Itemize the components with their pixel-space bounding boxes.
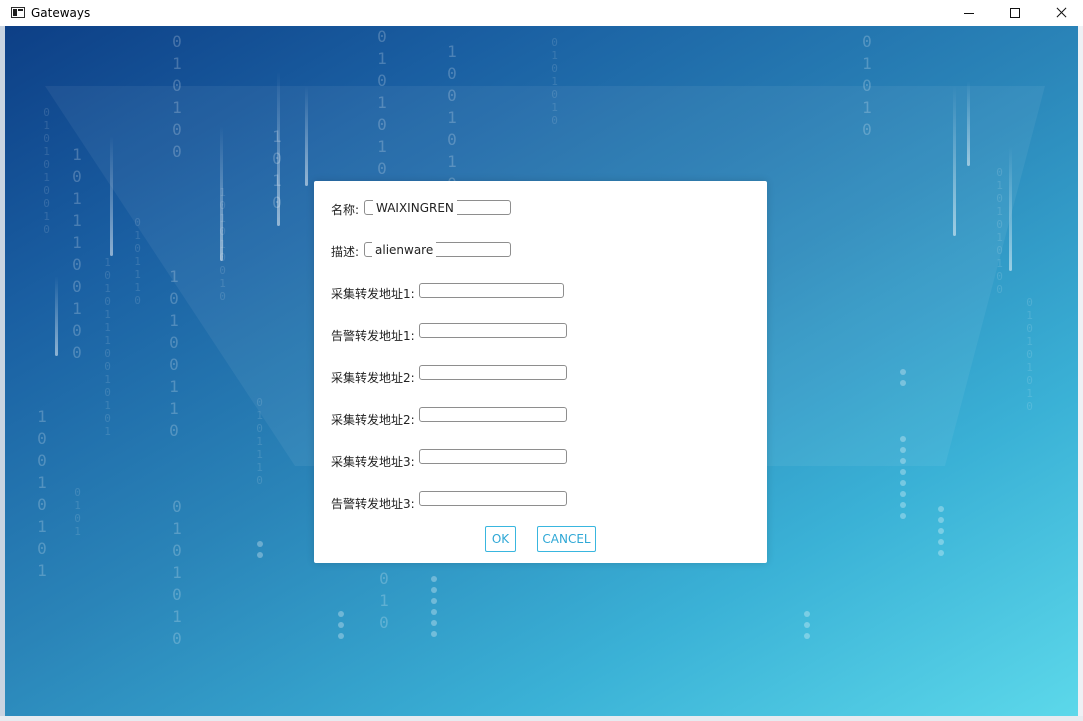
name-input-value: WAIXINGREN [373, 200, 457, 216]
maximize-button[interactable] [992, 0, 1038, 26]
binary-rain: 0101 [74, 486, 81, 538]
binary-rain: 0101110 [134, 216, 141, 307]
collect-address-3-input[interactable] [419, 449, 567, 464]
binary-rain: 0101010010 [43, 106, 50, 236]
collect-address-3-label: 采集转发地址3: [331, 455, 415, 469]
minimize-button[interactable] [946, 0, 992, 26]
light-streak [277, 71, 280, 226]
cancel-button[interactable]: CANCEL [537, 526, 596, 552]
light-streak [953, 86, 956, 236]
binary-rain: 010101010 [1026, 296, 1033, 413]
dot-column [938, 506, 944, 561]
binary-rain: 0101010100 [996, 166, 1003, 296]
collect-address-2-label: 采集转发地址2: [331, 371, 415, 385]
description-input-value: alienware [372, 242, 437, 258]
binary-rain: 10100110 [169, 267, 179, 440]
dot-column [900, 436, 906, 524]
minimize-icon [964, 13, 974, 14]
binary-rain: 0101010 [377, 27, 387, 178]
window-frame-right [1078, 26, 1083, 721]
light-streak [55, 276, 58, 356]
light-streak [305, 86, 308, 186]
maximize-icon [1010, 8, 1020, 18]
light-streak [1009, 146, 1012, 271]
close-button[interactable] [1038, 0, 1083, 26]
dot-column [257, 541, 263, 563]
binary-rain: 01010 [862, 32, 872, 139]
binary-rain: 1001010 [447, 42, 457, 193]
dot-column [338, 611, 344, 644]
binary-rain: 1011100100 [72, 145, 82, 362]
binary-rain: 10010101 [37, 407, 47, 580]
collect-address-2-input[interactable] [419, 365, 567, 380]
dot-column [431, 576, 437, 642]
binary-rain: 0101110 [256, 396, 263, 487]
window-title: Gateways [31, 6, 91, 20]
light-streak [110, 136, 113, 256]
binary-rain: 0101010 [172, 497, 182, 648]
binary-rain: 0101010 [551, 36, 558, 127]
window-frame-bottom [0, 716, 1083, 721]
name-label: 名称: [331, 203, 360, 217]
dot-column [900, 369, 906, 391]
collect-address-1-input[interactable] [419, 283, 564, 298]
description-input[interactable]: alienware [364, 242, 511, 258]
collect-address-2b-label: 采集转发地址2: [331, 413, 415, 427]
alarm-address-3-input[interactable] [419, 491, 567, 506]
ok-button[interactable]: OK [485, 526, 516, 552]
binary-rain: 10101110010101 [104, 256, 111, 438]
gateway-dialog: 名称: WAIXINGREN 描述: alienware 采集转发地址1: 告警… [314, 181, 767, 563]
collect-address-2b-input[interactable] [419, 407, 567, 422]
collect-address-1-label: 采集转发地址1: [331, 287, 415, 301]
title-bar: Gateways [0, 0, 1083, 26]
light-streak [967, 81, 970, 166]
alarm-address-1-label: 告警转发地址1: [331, 329, 415, 343]
alarm-address-1-input[interactable] [419, 323, 567, 338]
description-label: 描述: [331, 245, 360, 259]
dot-column [804, 611, 810, 644]
binary-rain: 010100 [172, 32, 182, 161]
name-input[interactable]: WAIXINGREN [364, 200, 511, 216]
app-window-icon [11, 7, 25, 18]
alarm-address-3-label: 告警转发地址3: [331, 497, 415, 511]
light-streak [220, 126, 223, 261]
